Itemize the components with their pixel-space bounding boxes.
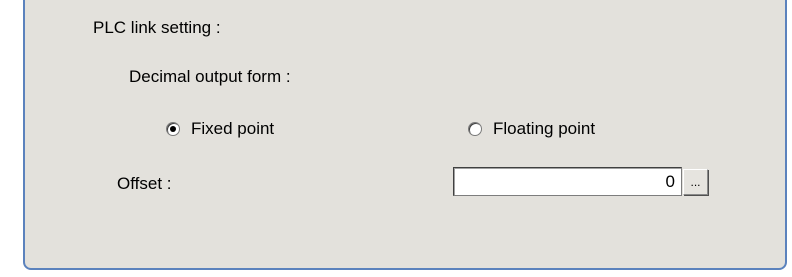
- offset-input[interactable]: [453, 167, 682, 196]
- offset-browse-button[interactable]: ...: [683, 169, 708, 195]
- radio-selected-icon: [166, 122, 180, 136]
- radio-unselected-icon: [468, 122, 482, 136]
- fixed-point-label: Fixed point: [191, 119, 275, 138]
- floating-point-radio[interactable]: Floating point: [468, 119, 595, 139]
- plc-link-setting-label: PLC link setting :: [93, 18, 221, 37]
- plc-link-group-panel: [23, 0, 787, 270]
- floating-point-label: Floating point: [493, 119, 596, 138]
- decimal-output-form-label: Decimal output form :: [129, 67, 291, 86]
- fixed-point-radio[interactable]: Fixed point: [166, 119, 274, 139]
- offset-label: Offset :: [117, 174, 172, 193]
